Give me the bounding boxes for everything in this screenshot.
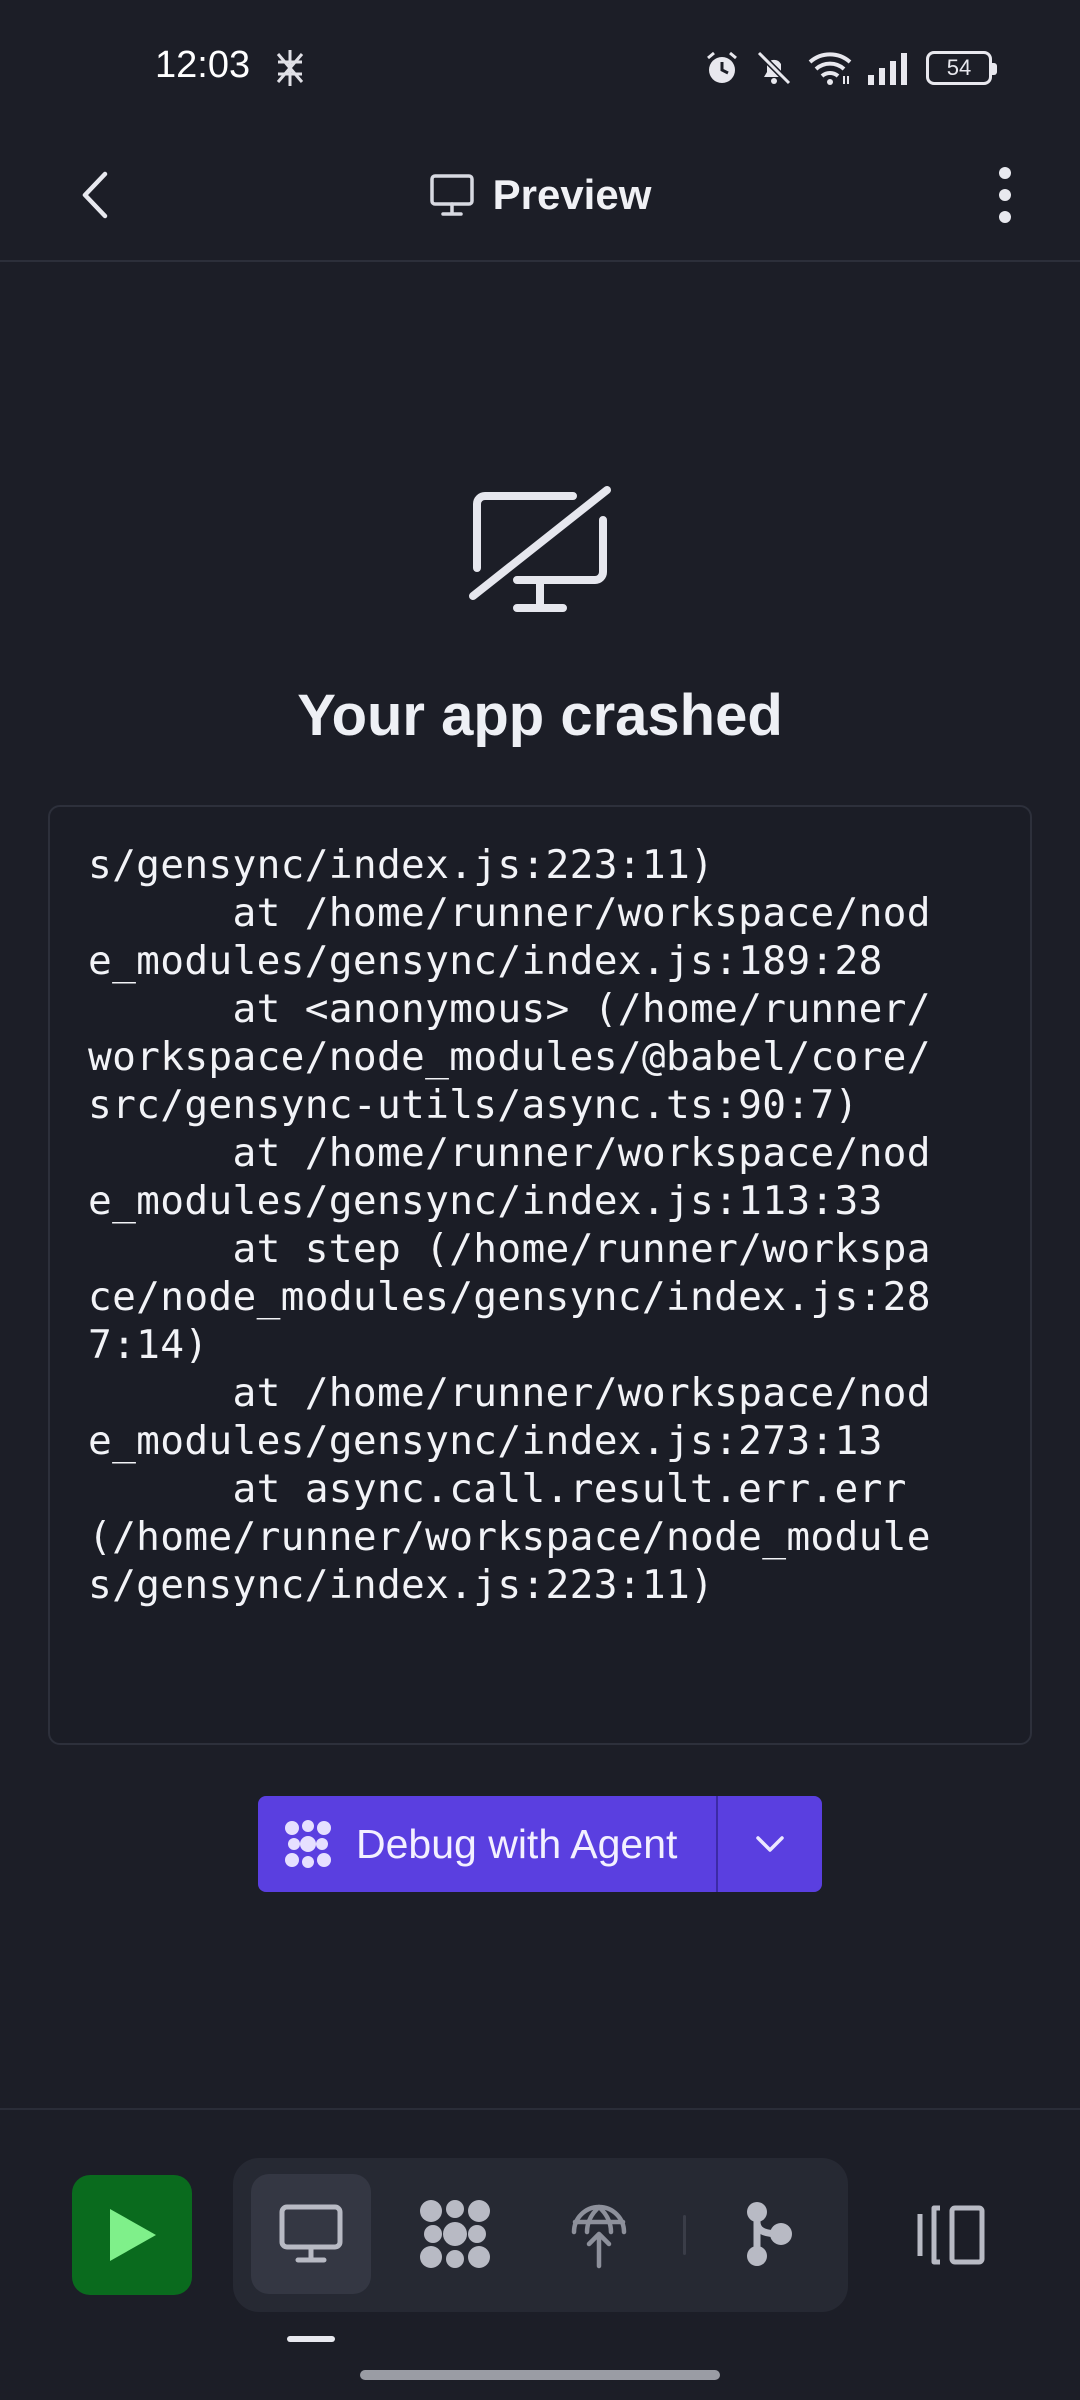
log-line: at /home/runner/workspace/nod [88, 890, 931, 936]
tab-preview[interactable] [251, 2174, 371, 2294]
active-tab-indicator [287, 2336, 335, 2342]
agent-icon [420, 2200, 490, 2268]
preview-monitor-icon [279, 2204, 343, 2263]
log-line: src/gensync-utils/async.ts:90:7) [88, 1082, 859, 1128]
run-button[interactable] [72, 2175, 192, 2295]
status-time: 12:03 [155, 44, 251, 86]
more-options-button[interactable] [970, 160, 1040, 230]
log-line: workspace/node_modules/@babel/core/ [88, 1034, 931, 1080]
log-line: ce/node_modules/gensync/index.js:28 [88, 1274, 931, 1320]
muted-bell-icon [756, 50, 792, 86]
deploy-icon [571, 2204, 627, 2269]
preview-header: Preview [0, 130, 1080, 262]
log-line: (/home/runner/workspace/node_module [88, 1514, 931, 1560]
debug-with-agent-group: Debug with Agent [258, 1796, 822, 1892]
log-line: e_modules/gensync/index.js:113:33 [88, 1178, 883, 1224]
signal-icon [868, 53, 907, 85]
layout-icon [917, 2205, 985, 2265]
crash-title: Your app crashed [297, 683, 783, 748]
home-indicator [360, 2370, 720, 2380]
tab-deployments[interactable] [539, 2174, 659, 2294]
battery-icon: 54 [926, 51, 997, 85]
log-line: e_modules/gensync/index.js:273:13 [88, 1418, 883, 1464]
agent-icon [285, 1820, 331, 1868]
debug-with-agent-button[interactable]: Debug with Agent [258, 1796, 718, 1892]
log-line: at step (/home/runner/workspa [88, 1226, 931, 1272]
log-line: at /home/runner/workspace/nod [88, 1130, 931, 1176]
tool-switcher [233, 2158, 848, 2312]
toolbar-divider [683, 2215, 686, 2255]
log-line: at <anonymous> (/home/runner/ [88, 986, 931, 1032]
log-line: at async.call.result.err.err [88, 1466, 907, 1512]
monitor-icon [429, 174, 474, 216]
more-vertical-icon [999, 167, 1011, 223]
chevron-down-icon [756, 1836, 784, 1852]
log-line: e_modules/gensync/index.js:189:28 [88, 938, 883, 984]
notification-app-icon [276, 50, 304, 86]
battery-level: 54 [946, 55, 972, 80]
tab-agent[interactable] [395, 2174, 515, 2294]
bottom-toolbar [0, 2108, 1080, 2400]
wifi-icon [808, 52, 852, 85]
alarm-icon [707, 51, 737, 83]
error-log-text: s/gensync/index.js:223:11) at /home/runn… [88, 841, 992, 1609]
status-bar: 12:03 54 [0, 0, 1080, 130]
log-line: 7:14) [88, 1322, 209, 1368]
status-icons: 54 [704, 46, 997, 90]
run-icon [110, 2209, 156, 2261]
log-line: at /home/runner/workspace/nod [88, 1370, 931, 1416]
layout-toggle-button[interactable] [900, 2175, 1000, 2295]
error-log-panel[interactable]: s/gensync/index.js:223:11) at /home/runn… [48, 805, 1032, 1745]
header-title-group: Preview [0, 130, 1080, 260]
log-line: s/gensync/index.js:223:11) [88, 1562, 715, 1608]
monitor-off-icon [469, 486, 611, 612]
debug-with-agent-label: Debug with Agent [356, 1820, 678, 1867]
page-title: Preview [492, 171, 652, 218]
git-icon [747, 2202, 792, 2266]
debug-options-dropdown[interactable] [718, 1796, 822, 1892]
log-line: s/gensync/index.js:223:11) [88, 842, 715, 888]
tab-git[interactable] [709, 2174, 829, 2294]
